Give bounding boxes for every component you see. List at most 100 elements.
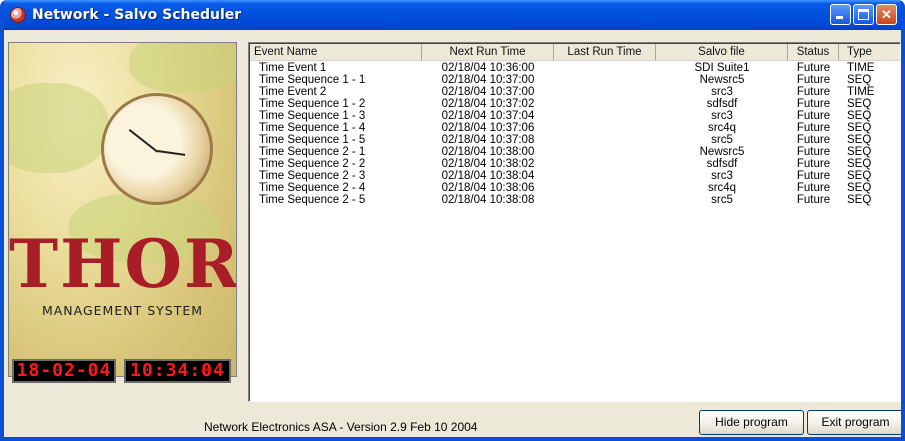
table-cell: Time Sequence 1 - 4 xyxy=(259,122,366,134)
version-status-text: Network Electronics ASA - Version 2.9 Fe… xyxy=(204,420,478,434)
led-date-display: 18-02-04 xyxy=(12,359,116,383)
map-shape xyxy=(9,83,109,173)
brand-tagline: MANAGEMENT SYSTEM xyxy=(41,303,204,318)
table-cell: Time Sequence 1 - 5 xyxy=(259,134,366,146)
table-cell: 02/18/04 10:36:00 xyxy=(441,62,535,74)
table-cell: 02/18/04 10:38:04 xyxy=(441,170,535,182)
table-cell: 02/18/04 10:38:00 xyxy=(441,146,535,158)
table-cell: 02/18/04 10:38:02 xyxy=(441,158,535,170)
led-time-display: 10:34:04 xyxy=(124,359,231,383)
table-cell: src4q xyxy=(707,182,737,194)
event-list[interactable]: Event Name Next Run Time Last Run Time S… xyxy=(248,42,901,402)
map-shape xyxy=(129,43,236,93)
table-cell: Time Sequence 1 - 2 xyxy=(259,98,366,110)
maximize-button[interactable] xyxy=(853,4,874,25)
table-cell: Newsrc5 xyxy=(699,74,745,86)
table-cell: Time Sequence 2 - 5 xyxy=(259,194,366,206)
table-cell: src4q xyxy=(707,122,737,134)
table-row[interactable]: Time Sequence 1 - 4 02/18/04 10:37:06 src4… xyxy=(249,122,900,134)
window-controls: ✕ xyxy=(830,4,897,25)
table-cell: Future xyxy=(796,158,831,170)
table-cell: Time Sequence 1 - 3 xyxy=(259,110,366,122)
table-cell: sdfsdf xyxy=(706,98,738,110)
table-row[interactable]: Time Sequence 2 - 5 02/18/04 10:38:08 src5… xyxy=(249,194,900,206)
close-icon: ✕ xyxy=(881,7,892,22)
table-row[interactable]: Time Sequence 2 - 2 02/18/04 10:38:02 sdfs… xyxy=(249,158,900,170)
thor-logo-panel: THOR MANAGEMENT SYSTEM xyxy=(8,42,237,377)
table-cell: SEQ xyxy=(847,182,872,194)
table-row[interactable]: Time Sequence 2 - 1 02/18/04 10:38:00 News… xyxy=(249,146,900,158)
minimize-button[interactable] xyxy=(830,4,851,25)
table-cell: TIME xyxy=(847,62,875,74)
table-cell: SEQ xyxy=(847,158,872,170)
app-window: Network - Salvo Scheduler ✕ THOR MANAGEM… xyxy=(0,0,905,441)
table-cell: Future xyxy=(796,74,831,86)
table-cell: Future xyxy=(796,146,831,158)
column-header-salvo-file[interactable]: Salvo file xyxy=(656,44,788,61)
table-cell: Future xyxy=(796,110,831,122)
table-cell: 02/18/04 10:37:00 xyxy=(441,74,535,86)
table-cell: 02/18/04 10:37:08 xyxy=(441,134,535,146)
table-cell: SEQ xyxy=(847,194,872,206)
table-cell: TIME xyxy=(847,86,875,98)
table-cell: SEQ xyxy=(847,134,872,146)
table-cell: Time Sequence 2 - 3 xyxy=(259,170,366,182)
table-cell: Future xyxy=(796,194,831,206)
table-cell: 02/18/04 10:37:02 xyxy=(441,98,535,110)
table-cell: SEQ xyxy=(847,122,872,134)
table-cell: Future xyxy=(796,170,831,182)
table-row[interactable]: Time Sequence 1 - 3 02/18/04 10:37:04 src3… xyxy=(249,110,900,122)
window-title: Network - Salvo Scheduler xyxy=(32,7,242,23)
table-row[interactable]: Time Sequence 1 - 2 02/18/04 10:37:02 sdfs… xyxy=(249,98,900,110)
table-row[interactable]: Time Sequence 1 - 1 02/18/04 10:37:00 News… xyxy=(249,74,900,86)
table-cell: 02/18/04 10:38:08 xyxy=(441,194,535,206)
maximize-icon xyxy=(858,9,869,20)
table-cell: Future xyxy=(796,134,831,146)
table-cell: SDI Suite1 xyxy=(694,62,750,74)
app-icon[interactable] xyxy=(10,7,26,23)
column-header-last-run-time[interactable]: Last Run Time xyxy=(554,44,656,61)
table-cell: src5 xyxy=(711,194,733,206)
table-cell: src5 xyxy=(711,134,733,146)
exit-program-button[interactable]: Exit program xyxy=(807,410,901,435)
hide-program-button[interactable]: Hide program xyxy=(699,410,804,435)
column-header-status[interactable]: Status xyxy=(788,44,839,61)
window-content: THOR MANAGEMENT SYSTEM 18-02-04 10:34:04… xyxy=(4,30,901,437)
table-cell: 02/18/04 10:38:06 xyxy=(441,182,535,194)
title-bar[interactable]: Network - Salvo Scheduler ✕ xyxy=(4,0,901,30)
table-cell: Future xyxy=(796,62,831,74)
table-row[interactable]: Time Sequence 2 - 4 02/18/04 10:38:06 src4… xyxy=(249,182,900,194)
table-cell: Future xyxy=(796,182,831,194)
table-row[interactable]: Time Event 2 02/18/04 10:37:00 src3 Future T… xyxy=(249,86,900,98)
table-cell: Time Sequence 2 - 1 xyxy=(259,146,366,158)
table-row[interactable]: Time Sequence 1 - 5 02/18/04 10:37:08 src5… xyxy=(249,134,900,146)
column-header-event-name[interactable]: Event Name xyxy=(250,44,422,61)
table-row[interactable]: Time Event 1 02/18/04 10:36:00 SDI Suite1 F… xyxy=(249,62,900,74)
table-cell: Newsrc5 xyxy=(699,146,745,158)
column-header-type[interactable]: Type xyxy=(839,44,900,61)
close-button[interactable]: ✕ xyxy=(876,4,897,25)
table-cell: 02/18/04 10:37:00 xyxy=(441,86,535,98)
table-cell: Future xyxy=(796,86,831,98)
column-header-next-run-time[interactable]: Next Run Time xyxy=(422,44,554,61)
brand-logo-text: THOR xyxy=(9,225,237,303)
table-cell: Future xyxy=(796,122,831,134)
table-cell: Time Sequence 2 - 4 xyxy=(259,182,366,194)
table-cell: sdfsdf xyxy=(706,158,738,170)
table-cell: SEQ xyxy=(847,74,872,86)
table-row[interactable]: Time Sequence 2 - 3 02/18/04 10:38:04 src3… xyxy=(249,170,900,182)
table-cell: Time Event 2 xyxy=(259,86,327,98)
table-cell: src3 xyxy=(711,170,733,182)
table-cell: Future xyxy=(796,98,831,110)
table-cell: src3 xyxy=(711,110,733,122)
minimize-icon xyxy=(836,16,843,19)
table-cell: SEQ xyxy=(847,170,872,182)
table-cell: Time Sequence 1 - 1 xyxy=(259,74,366,86)
table-cell: Time Event 1 xyxy=(259,62,327,74)
table-cell: src3 xyxy=(711,86,733,98)
table-cell: 02/18/04 10:37:06 xyxy=(441,122,535,134)
table-cell: SEQ xyxy=(847,110,872,122)
table-cell: SEQ xyxy=(847,146,872,158)
table-cell: 02/18/04 10:37:04 xyxy=(441,110,535,122)
table-cell: Time Sequence 2 - 2 xyxy=(259,158,366,170)
